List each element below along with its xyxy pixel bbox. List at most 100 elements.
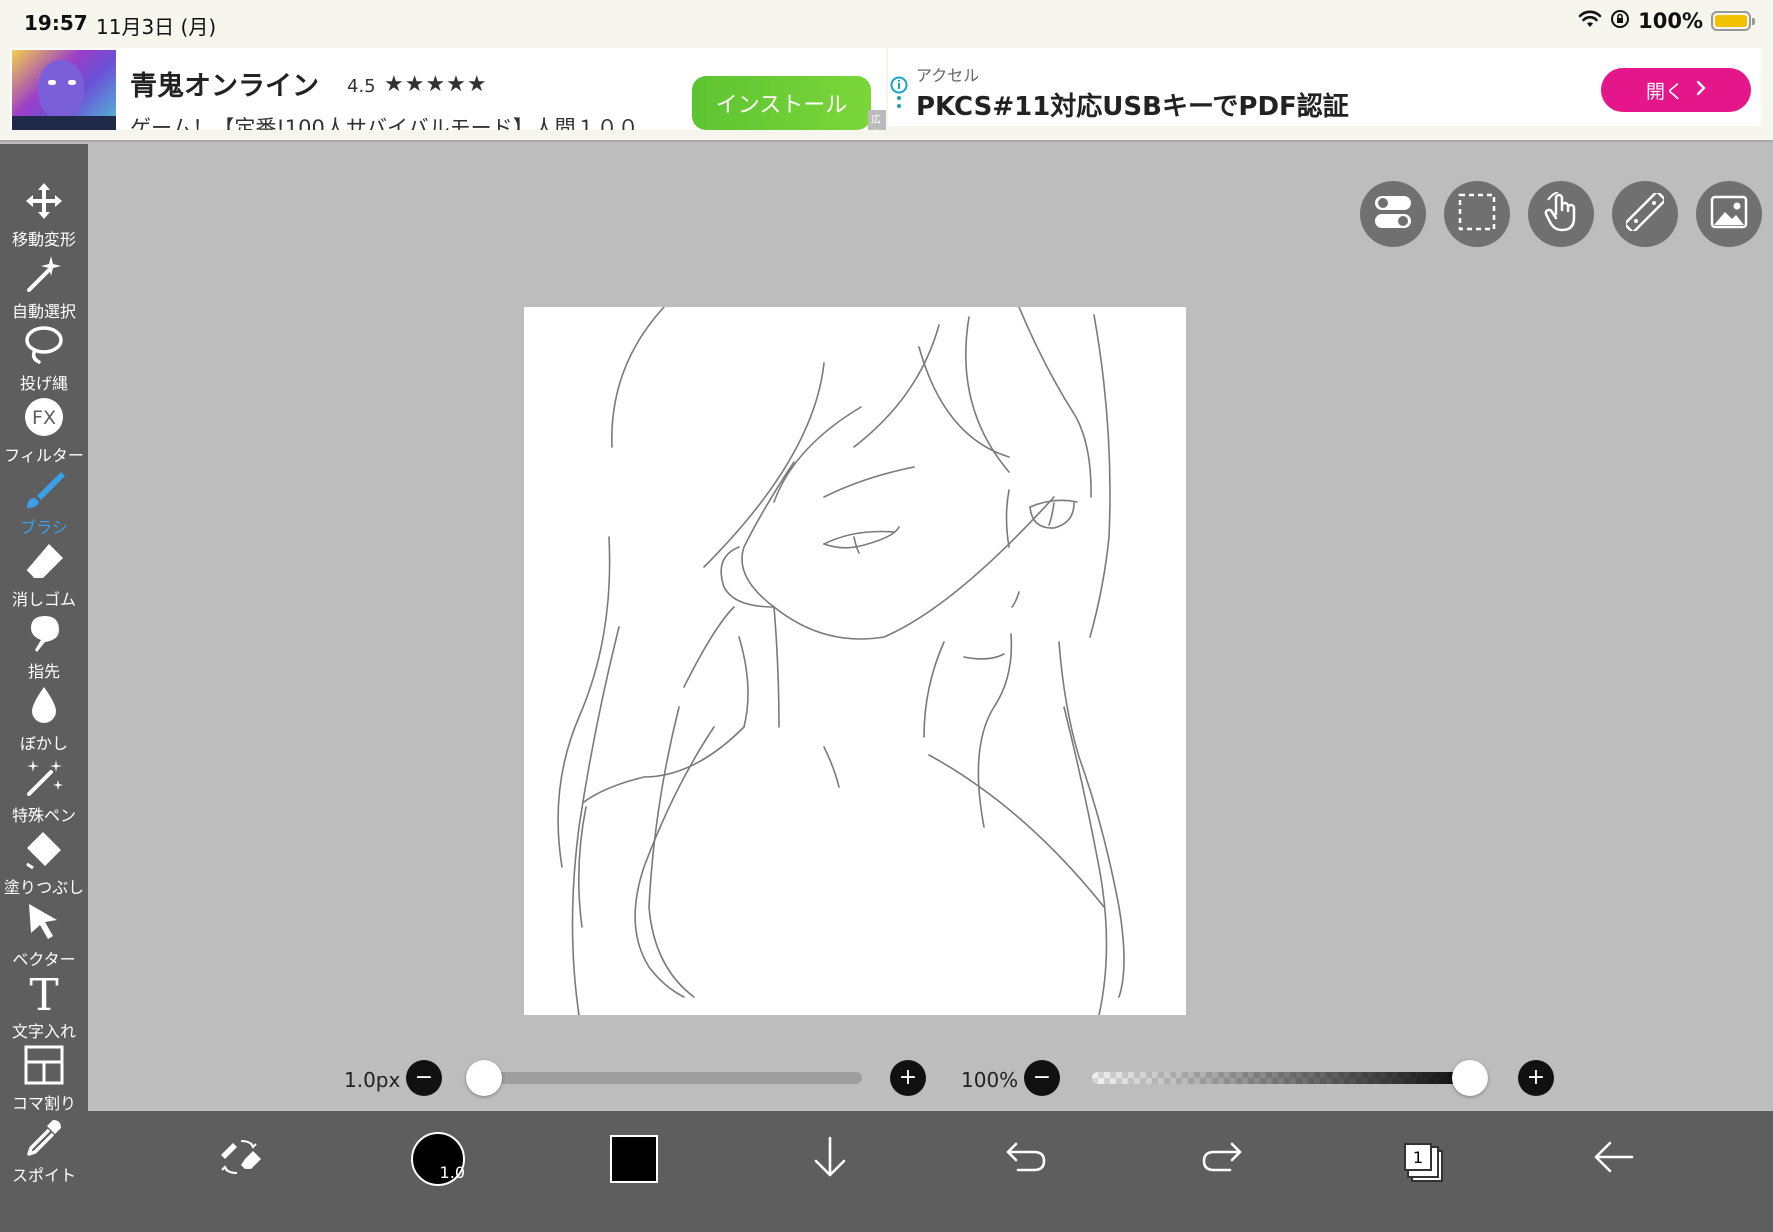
wifi-icon <box>1578 9 1602 33</box>
ad-left[interactable]: 青鬼オンライン 4.5 ★★★★★ ゲーム！【定番!100人サバイバルモード】人… <box>10 48 886 130</box>
ruler-icon <box>1624 191 1666 235</box>
back-button[interactable] <box>1582 1127 1646 1191</box>
tool-label: 指先 <box>27 662 60 681</box>
status-bar: 19:57 11月3日 (月) 100% <box>0 0 1773 46</box>
ruler-button[interactable] <box>1612 181 1678 247</box>
swap-brush-eraser-button[interactable] <box>208 1127 272 1191</box>
ad-open-label: 開く <box>1645 80 1684 103</box>
layer-count: 1 <box>1404 1143 1432 1171</box>
brush-size-label: 1.0 <box>439 1163 465 1182</box>
tool-label: 塗りつぶし <box>3 878 85 897</box>
magic-wand-icon <box>22 252 66 294</box>
arrow-down-icon <box>810 1135 850 1183</box>
battery-icon <box>1711 11 1755 31</box>
arrow-left-icon <box>1592 1139 1636 1179</box>
undo-button[interactable] <box>994 1127 1058 1191</box>
frame-divider-icon <box>22 1044 66 1086</box>
tool-lasso[interactable]: 投げ縄 <box>0 324 88 396</box>
tool-label: 消しゴム <box>11 590 76 609</box>
brush-opacity-slider[interactable] <box>1092 1072 1488 1084</box>
text-icon: T <box>22 972 66 1014</box>
brush-size-value: 1.0px <box>344 1068 401 1092</box>
layers-button[interactable]: 1 <box>1386 1127 1450 1191</box>
tool-label: 特殊ペン <box>11 806 76 825</box>
tool-text[interactable]: T 文字入れ <box>0 972 88 1044</box>
status-date: 11月3日 (月) <box>96 15 217 39</box>
ad-description[interactable]: ゲーム！【定番!100人サバイバルモード】人間１００ <box>130 112 639 130</box>
plus-icon: + <box>898 1065 918 1090</box>
size-decrease-button[interactable]: − <box>406 1060 442 1096</box>
tool-brush[interactable]: ブラシ <box>0 468 88 540</box>
opacity-decrease-button[interactable]: − <box>1024 1060 1060 1096</box>
hand-gesture-button[interactable] <box>1528 181 1594 247</box>
redo-button[interactable] <box>1190 1127 1254 1191</box>
toggle-settings-button[interactable] <box>1360 181 1426 247</box>
tool-fill[interactable]: 塗りつぶし <box>0 828 88 900</box>
layers-icon: 1 <box>1390 1131 1446 1187</box>
selection-button[interactable] <box>1444 181 1510 247</box>
redo-icon <box>1200 1140 1244 1178</box>
brush-slider-row: 1.0px − + 100% − + <box>88 1050 1773 1110</box>
minus-icon: − <box>1032 1065 1052 1090</box>
tool-label: ブラシ <box>20 518 68 537</box>
ad-right-title[interactable]: PKCS#11対応USBキーでPDF認証 <box>916 86 1349 123</box>
size-increase-button[interactable]: + <box>890 1060 926 1096</box>
sketch-drawing <box>557 306 1125 1016</box>
ad-title[interactable]: 青鬼オンライン <box>130 64 319 103</box>
drawing-canvas[interactable] <box>524 306 1186 1016</box>
tool-eraser[interactable]: 消しゴム <box>0 540 88 612</box>
tool-label: 移動変形 <box>11 230 76 249</box>
ad-open-button[interactable]: 開く <box>1601 68 1751 112</box>
tool-label: フィルター <box>4 446 84 465</box>
image-icon <box>1710 195 1748 233</box>
tool-auto-select[interactable]: 自動選択 <box>0 252 88 324</box>
battery-percent: 100% <box>1638 9 1703 33</box>
tool-blur[interactable]: ぼかし <box>0 684 88 756</box>
brush-size-preview-icon: 1.0 <box>411 1132 465 1186</box>
tool-move[interactable]: 移動変形 <box>0 180 88 252</box>
orientation-lock-icon <box>1610 9 1630 33</box>
hand-icon <box>1542 191 1580 236</box>
eyedropper-icon <box>22 1116 66 1158</box>
minus-icon: − <box>414 1065 434 1090</box>
tool-filter[interactable]: FX フィルター <box>0 396 88 468</box>
eraser-icon <box>22 540 66 582</box>
bottom-toolbar: 1.0 1 <box>88 1111 1773 1232</box>
fx-icon: FX <box>22 396 66 438</box>
toggle-icon <box>1374 195 1412 233</box>
download-button[interactable] <box>798 1127 862 1191</box>
tool-frame-divider[interactable]: コマ割り <box>0 1044 88 1116</box>
special-pen-icon <box>22 756 66 798</box>
ad-info-icon[interactable] <box>888 76 910 116</box>
move-icon <box>22 180 66 222</box>
ad-right[interactable]: アクセル PKCS#11対応USBキーでPDF認証 開く <box>888 48 1761 126</box>
tool-label: 自動選択 <box>11 302 76 321</box>
tool-special-pen[interactable]: 特殊ペン <box>0 756 88 828</box>
tool-label: コマ割り <box>11 1094 76 1113</box>
selection-icon <box>1458 193 1496 235</box>
finger-icon <box>22 612 66 654</box>
status-time: 19:57 <box>24 11 88 35</box>
brush-opacity-value: 100% <box>961 1068 1019 1092</box>
tool-eyedropper[interactable]: スポイト <box>0 1116 88 1188</box>
swap-pen-eraser-icon <box>217 1137 263 1181</box>
ad-star-rating-icon: ★★★★★ <box>384 72 488 97</box>
ad-install-button[interactable]: インストール <box>692 76 871 130</box>
chevron-right-icon <box>1696 79 1706 101</box>
brush-opacity-slider-handle[interactable] <box>1452 1060 1488 1096</box>
opacity-increase-button[interactable]: + <box>1518 1060 1554 1096</box>
ad-thumbnail-image[interactable] <box>12 50 116 130</box>
color-button[interactable] <box>602 1127 666 1191</box>
brush-size-slider[interactable] <box>466 1072 862 1084</box>
brush-size-slider-handle[interactable] <box>466 1060 502 1096</box>
ad-tag: 広告 AD <box>868 110 886 130</box>
tool-label: ベクター <box>12 950 76 969</box>
tool-finger[interactable]: 指先 <box>0 612 88 684</box>
tool-vector[interactable]: ベクター <box>0 900 88 972</box>
vector-icon <box>22 900 66 942</box>
fill-icon <box>22 828 66 870</box>
ad-rating: 4.5 <box>347 76 376 97</box>
reference-image-button[interactable] <box>1696 181 1762 247</box>
brush-size-button[interactable]: 1.0 <box>406 1127 470 1191</box>
plus-icon: + <box>1526 1065 1546 1090</box>
